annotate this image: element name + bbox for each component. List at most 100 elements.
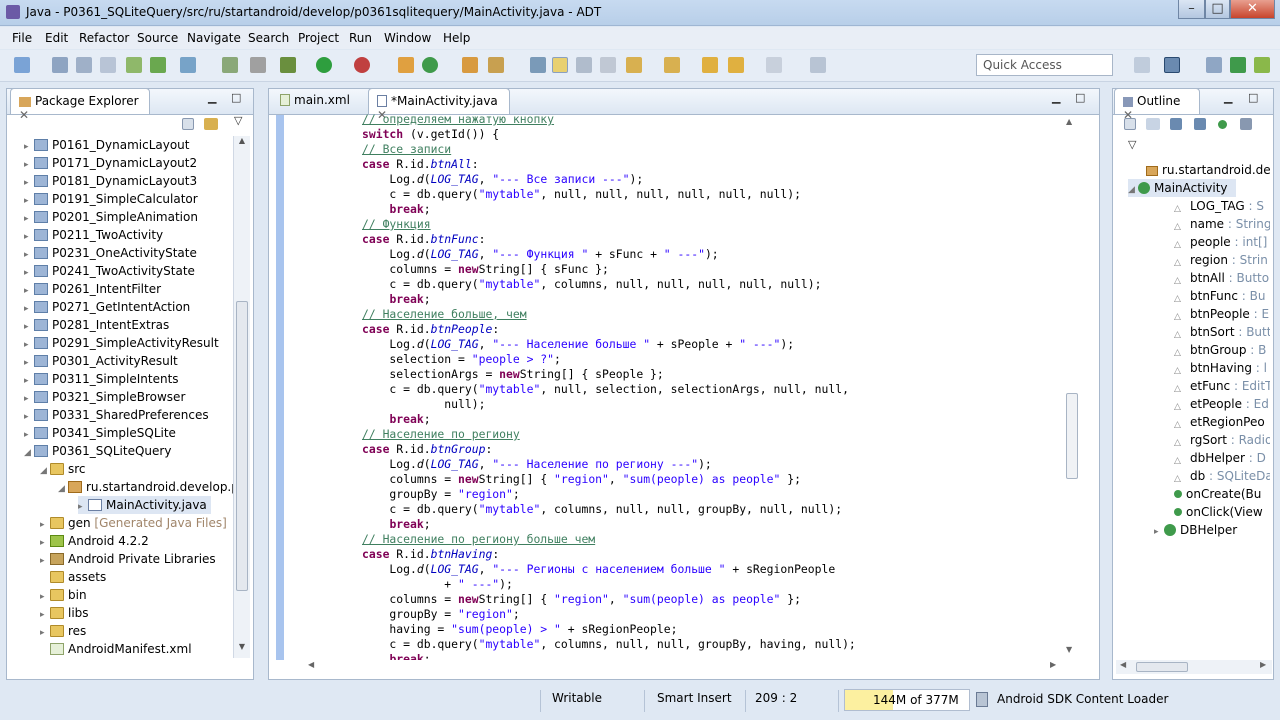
tree-mainactivity-file[interactable]: ▸ MainActivity.java [78, 496, 211, 514]
editor-horizontal-scrollbar[interactable]: ◀ ▶ [288, 660, 1064, 674]
block-selection-icon[interactable] [576, 57, 592, 73]
project-item[interactable]: ▸ P0241_TwoActivityState [24, 262, 232, 280]
scroll-down-arrow[interactable]: ▼ [234, 642, 250, 658]
menu-help[interactable]: Help [443, 31, 470, 45]
project-item[interactable]: ▸ P0181_DynamicLayout3 [24, 172, 232, 190]
scroll-up-arrow[interactable]: ▲ [1066, 117, 1072, 126]
outline-member-item[interactable]: △ db : SQLiteDa [1174, 467, 1270, 485]
menu-navigate[interactable]: Navigate [187, 31, 241, 45]
link-with-editor-icon[interactable] [204, 118, 218, 130]
ddms-icon[interactable] [1254, 57, 1270, 73]
search-icon[interactable] [488, 57, 504, 73]
project-item[interactable]: ▸ P0171_DynamicLayout2 [24, 154, 232, 172]
project-item[interactable]: ▸ P0331_SharedPreferences [24, 406, 232, 424]
debug-perspective-icon[interactable] [1230, 57, 1246, 73]
outline-member-item[interactable]: △ dbHelper : D [1174, 449, 1270, 467]
minimize-icon[interactable]: ▁ [1224, 91, 1232, 104]
outline-member-item[interactable]: △ name : String [1174, 215, 1270, 233]
toggle-mark-icon[interactable] [552, 57, 568, 73]
outline-member-item[interactable]: onCreate(Bu [1174, 485, 1270, 503]
menu-file[interactable]: File [12, 31, 32, 45]
collapse-arrow-icon[interactable]: ◢ [58, 480, 68, 498]
code-area[interactable]: // определяем нажатую кнопку switch (v.ge… [288, 112, 1068, 660]
quick-access-input[interactable]: Quick Access [976, 54, 1113, 76]
maximize-icon[interactable]: □ [1075, 91, 1085, 104]
project-item[interactable]: ◢ P0361_SQLiteQuery [24, 442, 232, 460]
scroll-left-arrow[interactable]: ◀ [1120, 660, 1126, 669]
maximize-icon[interactable]: □ [231, 91, 241, 104]
sort-icon[interactable] [1146, 118, 1160, 130]
scroll-right-arrow[interactable]: ▶ [1260, 660, 1266, 669]
project-item[interactable]: ▸ P0341_SimpleSQLite [24, 424, 232, 442]
new-package-icon[interactable] [422, 57, 438, 73]
pin-editor-icon[interactable] [810, 57, 826, 73]
outline-member-item[interactable]: △ btnGroup : B [1174, 341, 1270, 359]
new-project-icon[interactable] [222, 57, 238, 73]
tree-assets-folder[interactable]: assets [40, 568, 106, 586]
project-item[interactable]: ▸ P0281_IntentExtras [24, 316, 232, 334]
outline-member-item[interactable]: △ region : Strin [1174, 251, 1270, 269]
project-item[interactable]: ▸ P0261_IntentFilter [24, 280, 232, 298]
outline-class-item[interactable]: ◢ MainActivity [1128, 179, 1236, 197]
project-item[interactable]: ▸ P0301_ActivityResult [24, 352, 232, 370]
save-icon[interactable] [52, 57, 68, 73]
project-item[interactable]: ▸ P0291_SimpleActivityResult [24, 334, 232, 352]
show-whitespace-icon[interactable] [600, 57, 616, 73]
project-item[interactable]: ▸ P0191_SimpleCalculator [24, 190, 232, 208]
project-item[interactable]: ▸ P0231_OneActivityState [24, 244, 232, 262]
outline-horizontal-scrollbar[interactable]: ◀ ▶ [1116, 660, 1272, 674]
new-class-icon[interactable] [398, 57, 414, 73]
menu-run[interactable]: Run [349, 31, 372, 45]
prev-annotation-icon[interactable] [664, 57, 680, 73]
scroll-right-arrow[interactable]: ▶ [1050, 660, 1056, 669]
last-edit-icon[interactable] [702, 57, 718, 73]
tree-package[interactable]: ◢ ru.startandroid.develop.p [58, 478, 239, 496]
menu-window[interactable]: Window [384, 31, 431, 45]
new-icon[interactable] [14, 57, 30, 73]
next-annotation-icon[interactable] [626, 57, 642, 73]
close-button[interactable]: ✕ [1230, 0, 1275, 19]
expand-arrow-icon[interactable]: ▸ [1154, 523, 1164, 541]
save-all-icon[interactable] [76, 57, 92, 73]
view-menu-icon[interactable]: ▽ [234, 114, 242, 127]
collapse-all-icon[interactable] [1124, 118, 1136, 130]
outline-member-item[interactable]: △ btnSort : Butt [1174, 323, 1270, 341]
outline-inner-class-item[interactable]: ▸ DBHelper [1154, 521, 1237, 539]
close-icon[interactable]: ✕ [19, 108, 29, 122]
project-item[interactable]: ▸ P0311_SimpleIntents [24, 370, 232, 388]
open-type-icon[interactable] [462, 57, 478, 73]
java-perspective-icon[interactable] [1206, 57, 1222, 73]
menu-search[interactable]: Search [248, 31, 289, 45]
annotation-icon[interactable] [530, 57, 546, 73]
collapse-arrow-icon[interactable]: ◢ [40, 462, 50, 480]
tree-manifest-file[interactable]: AndroidManifest.xml [40, 640, 192, 658]
hide-nonpublic-icon[interactable] [1218, 120, 1227, 129]
skip-breakpoints-icon[interactable] [250, 57, 266, 73]
avd-manager-icon[interactable] [150, 57, 166, 73]
scroll-thumb[interactable] [236, 301, 248, 591]
tab-main-xml[interactable]: main.xml [272, 88, 366, 114]
outline-member-item[interactable]: △ LOG_TAG : S [1174, 197, 1270, 215]
maximize-button[interactable]: □ [1205, 0, 1230, 19]
back-icon[interactable] [728, 57, 744, 73]
project-item[interactable]: ▸ P0201_SimpleAnimation [24, 208, 232, 226]
hide-local-types-icon[interactable] [1240, 118, 1252, 130]
menu-refactor[interactable]: Refactor [79, 31, 129, 45]
tree-private-libs[interactable]: ▸ Android Private Libraries [40, 550, 216, 568]
scroll-thumb[interactable] [1136, 662, 1188, 672]
collapse-arrow-icon[interactable]: ◢ [24, 444, 34, 462]
outline-member-item[interactable]: △ etRegionPeo [1174, 413, 1270, 431]
open-perspective-icon[interactable] [1134, 57, 1150, 73]
debug-icon[interactable] [280, 57, 296, 73]
maximize-icon[interactable]: □ [1248, 91, 1258, 104]
minimize-icon[interactable]: ▁ [1052, 91, 1060, 104]
tree-libs-folder[interactable]: ▸ libs [40, 604, 89, 622]
tree-res-folder[interactable]: ▸ res [40, 622, 86, 640]
editor-vertical-scrollbar[interactable]: ▲ ▼ [1064, 115, 1080, 660]
project-item[interactable]: ▸ P0211_TwoActivity [24, 226, 232, 244]
tree-gen-folder[interactable]: ▸ gen [Generated Java Files] [40, 514, 227, 532]
tree-android-lib[interactable]: ▸ Android 4.2.2 [40, 532, 149, 550]
collapse-arrow-icon[interactable]: ◢ [1128, 181, 1138, 199]
tab-package-explorer[interactable]: Package Explorer ✕ [10, 88, 150, 122]
print-icon[interactable] [100, 57, 116, 73]
